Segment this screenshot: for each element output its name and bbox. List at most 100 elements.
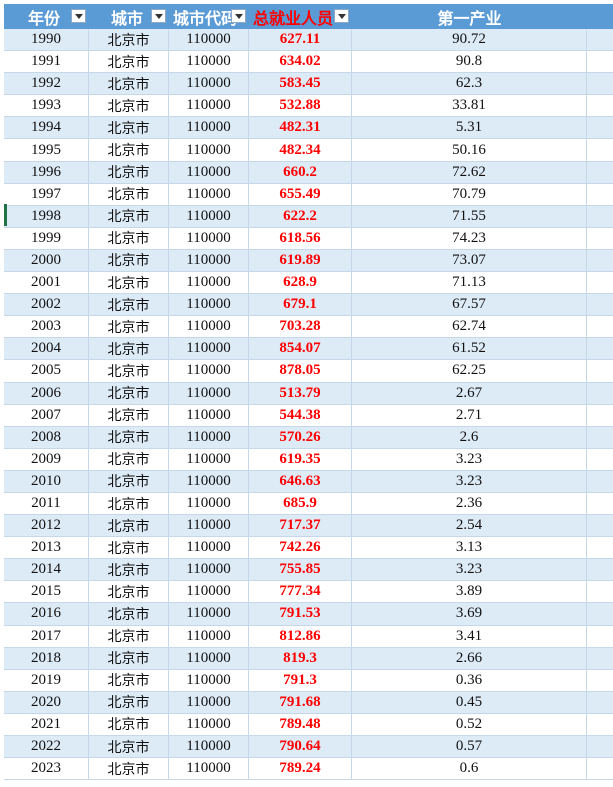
cell-primary-industry[interactable]: 0.45 bbox=[352, 691, 587, 714]
cell-total-employment[interactable]: 655.49 bbox=[249, 183, 352, 206]
cell-primary-industry[interactable]: 2.66 bbox=[352, 647, 587, 670]
cell-city-code[interactable]: 110000 bbox=[169, 161, 249, 184]
cell-total-employment[interactable]: 854.07 bbox=[249, 338, 352, 361]
cell-primary-industry[interactable]: 62.25 bbox=[352, 360, 587, 383]
cell-city-code[interactable]: 110000 bbox=[169, 338, 249, 361]
cell-city-code[interactable]: 110000 bbox=[169, 183, 249, 206]
cell-year[interactable]: 2011 bbox=[4, 492, 89, 516]
cell-total-employment[interactable]: 619.89 bbox=[249, 249, 352, 273]
cell-empty[interactable] bbox=[587, 51, 613, 74]
cell-primary-industry[interactable]: 2.6 bbox=[352, 426, 587, 449]
cell-city[interactable]: 北京市 bbox=[89, 294, 169, 317]
cell-primary-industry[interactable]: 61.52 bbox=[352, 338, 587, 361]
cell-city-code[interactable]: 110000 bbox=[169, 29, 249, 52]
cell-total-employment[interactable]: 717.37 bbox=[249, 515, 352, 538]
cell-city-code[interactable]: 110000 bbox=[169, 294, 249, 317]
cell-city-code[interactable]: 110000 bbox=[169, 581, 249, 604]
cell-total-employment[interactable]: 570.26 bbox=[249, 426, 352, 449]
cell-empty[interactable] bbox=[587, 250, 613, 273]
cell-city[interactable]: 北京市 bbox=[89, 139, 169, 162]
cell-primary-industry[interactable]: 5.31 bbox=[352, 117, 587, 140]
cell-primary-industry[interactable]: 71.13 bbox=[352, 272, 587, 295]
cell-city-code[interactable]: 110000 bbox=[169, 515, 249, 538]
header-city-code[interactable]: 城市代码 bbox=[169, 4, 249, 29]
cell-year[interactable]: 2023 bbox=[4, 758, 89, 781]
cell-city[interactable]: 北京市 bbox=[89, 515, 169, 538]
cell-total-employment[interactable]: 622.2 bbox=[249, 205, 352, 228]
cell-total-employment[interactable]: 513.79 bbox=[249, 382, 352, 405]
cell-city[interactable]: 北京市 bbox=[89, 559, 169, 582]
cell-total-employment[interactable]: 679.1 bbox=[249, 294, 352, 317]
cell-city-code[interactable]: 110000 bbox=[169, 51, 249, 74]
cell-primary-industry[interactable]: 2.36 bbox=[352, 492, 587, 516]
cell-year[interactable]: 1994 bbox=[4, 117, 89, 140]
cell-total-employment[interactable]: 789.24 bbox=[249, 758, 352, 781]
cell-city[interactable]: 北京市 bbox=[89, 647, 169, 670]
filter-dropdown-icon[interactable] bbox=[151, 9, 166, 23]
cell-empty[interactable] bbox=[587, 272, 613, 295]
cell-city[interactable]: 北京市 bbox=[89, 669, 169, 692]
cell-year[interactable]: 2010 bbox=[4, 470, 89, 493]
cell-year[interactable]: 2019 bbox=[4, 669, 89, 692]
cell-city-code[interactable]: 110000 bbox=[169, 448, 249, 471]
cell-city[interactable]: 北京市 bbox=[89, 537, 169, 560]
cell-empty[interactable] bbox=[587, 162, 613, 184]
cell-total-employment[interactable]: 791.53 bbox=[249, 603, 352, 626]
cell-primary-industry[interactable]: 0.6 bbox=[352, 758, 587, 781]
cell-city-code[interactable]: 110000 bbox=[169, 736, 249, 759]
cell-empty[interactable] bbox=[587, 228, 613, 250]
cell-city-code[interactable]: 110000 bbox=[169, 316, 249, 339]
cell-empty[interactable] bbox=[587, 139, 613, 162]
cell-year[interactable]: 1992 bbox=[4, 73, 89, 96]
cell-city-code[interactable]: 110000 bbox=[169, 669, 249, 692]
cell-primary-industry[interactable]: 62.3 bbox=[352, 73, 587, 96]
cell-city[interactable]: 北京市 bbox=[89, 338, 169, 361]
cell-city-code[interactable]: 110000 bbox=[169, 537, 249, 560]
cell-total-employment[interactable]: 878.05 bbox=[249, 360, 352, 383]
cell-year[interactable]: 1991 bbox=[4, 51, 89, 74]
cell-city-code[interactable]: 110000 bbox=[169, 139, 249, 162]
cell-empty[interactable] bbox=[587, 626, 613, 648]
cell-primary-industry[interactable]: 74.23 bbox=[352, 227, 587, 250]
cell-city[interactable]: 北京市 bbox=[89, 51, 169, 74]
cell-year[interactable]: 2005 bbox=[4, 360, 89, 383]
cell-empty[interactable] bbox=[587, 736, 613, 759]
cell-empty[interactable] bbox=[587, 73, 613, 96]
cell-year[interactable]: 2014 bbox=[4, 559, 89, 582]
cell-primary-industry[interactable]: 73.07 bbox=[352, 249, 587, 273]
cell-total-employment[interactable]: 482.31 bbox=[249, 117, 352, 140]
cell-year[interactable]: 2012 bbox=[4, 515, 89, 538]
cell-city[interactable]: 北京市 bbox=[89, 426, 169, 449]
cell-total-employment[interactable]: 790.64 bbox=[249, 736, 352, 759]
cell-city[interactable]: 北京市 bbox=[89, 382, 169, 405]
cell-empty[interactable] bbox=[587, 493, 613, 516]
cell-empty[interactable] bbox=[587, 405, 613, 427]
cell-city-code[interactable]: 110000 bbox=[169, 272, 249, 295]
cell-year[interactable]: 2017 bbox=[4, 625, 89, 648]
cell-empty[interactable] bbox=[587, 206, 613, 228]
cell-primary-industry[interactable]: 33.81 bbox=[352, 95, 587, 118]
cell-city[interactable]: 北京市 bbox=[89, 73, 169, 96]
cell-city-code[interactable]: 110000 bbox=[169, 758, 249, 781]
cell-city[interactable]: 北京市 bbox=[89, 603, 169, 626]
cell-city[interactable]: 北京市 bbox=[89, 470, 169, 493]
header-empty-cell[interactable] bbox=[587, 4, 613, 29]
cell-empty[interactable] bbox=[587, 758, 613, 781]
cell-city-code[interactable]: 110000 bbox=[169, 647, 249, 670]
cell-year[interactable]: 2000 bbox=[4, 249, 89, 273]
cell-total-employment[interactable]: 544.38 bbox=[249, 404, 352, 427]
cell-empty[interactable] bbox=[587, 692, 613, 714]
cell-city[interactable]: 北京市 bbox=[89, 183, 169, 206]
cell-year[interactable]: 1996 bbox=[4, 161, 89, 184]
filter-dropdown-icon[interactable] bbox=[231, 9, 246, 23]
cell-primary-industry[interactable]: 3.23 bbox=[352, 559, 587, 582]
cell-empty[interactable] bbox=[587, 603, 613, 626]
cell-total-employment[interactable]: 482.34 bbox=[249, 139, 352, 162]
cell-empty[interactable] bbox=[587, 95, 613, 118]
cell-city[interactable]: 北京市 bbox=[89, 272, 169, 295]
cell-empty[interactable] bbox=[587, 449, 613, 471]
cell-city[interactable]: 北京市 bbox=[89, 581, 169, 604]
cell-total-employment[interactable]: 646.63 bbox=[249, 470, 352, 493]
cell-year[interactable]: 2022 bbox=[4, 736, 89, 759]
cell-city[interactable]: 北京市 bbox=[89, 625, 169, 648]
